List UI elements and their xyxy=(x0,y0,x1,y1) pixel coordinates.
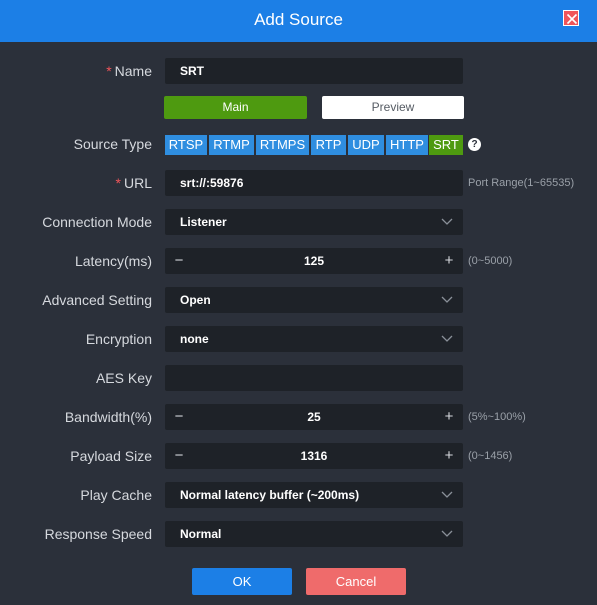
chevron-down-icon xyxy=(441,530,453,537)
latency-input[interactable]: 125 xyxy=(193,248,435,274)
bandwidth-decrement-button[interactable]: − xyxy=(165,404,193,430)
source-type-http[interactable]: HTTP xyxy=(386,135,428,155)
response-speed-select[interactable]: Normal xyxy=(165,521,463,547)
response-speed-label: Response Speed xyxy=(44,526,152,542)
bandwidth-input[interactable]: 25 xyxy=(193,404,435,430)
url-value: srt://:59876 xyxy=(180,176,244,190)
name-input[interactable]: SRT xyxy=(165,58,463,84)
latency-stepper: − 125 + xyxy=(165,248,463,274)
latency-increment-button[interactable]: + xyxy=(435,248,463,274)
source-type-srt[interactable]: SRT xyxy=(429,135,463,155)
tab-preview[interactable]: Preview xyxy=(322,96,464,119)
encryption-value: none xyxy=(180,332,209,346)
add-source-dialog: Add Source * Name SRT Main Preview Source… xyxy=(0,0,597,605)
chevron-down-icon xyxy=(441,296,453,303)
latency-label: Latency(ms) xyxy=(74,253,152,269)
bandwidth-label: Bandwidth(%) xyxy=(64,409,152,425)
source-type-rtsp[interactable]: RTSP xyxy=(165,135,207,155)
bandwidth-stepper: − 25 + xyxy=(165,404,463,430)
response-speed-value: Normal xyxy=(180,527,222,541)
source-type-label: Source Type xyxy=(73,136,152,152)
aes-key-input[interactable] xyxy=(165,365,463,391)
play-cache-label: Play Cache xyxy=(80,487,152,503)
chevron-down-icon xyxy=(441,491,453,498)
latency-hint: (0~5000) xyxy=(468,255,513,267)
name-label: * Name xyxy=(106,63,152,79)
connection-mode-select[interactable]: Listener xyxy=(165,209,463,235)
play-cache-select[interactable]: Normal latency buffer (~200ms) xyxy=(165,482,463,508)
latency-decrement-button[interactable]: − xyxy=(165,248,193,274)
source-type-rtp[interactable]: RTP xyxy=(311,135,346,155)
bandwidth-hint: (5%~100%) xyxy=(468,411,526,423)
ok-button[interactable]: OK xyxy=(192,568,292,595)
encryption-label: Encryption xyxy=(85,331,152,347)
advanced-setting-select[interactable]: Open xyxy=(165,287,463,313)
bandwidth-increment-button[interactable]: + xyxy=(435,404,463,430)
chevron-down-icon xyxy=(441,218,453,225)
connection-mode-label: Connection Mode xyxy=(42,214,152,230)
url-input[interactable]: srt://:59876 xyxy=(165,170,463,196)
source-type-rtmps[interactable]: RTMPS xyxy=(256,135,309,155)
close-icon[interactable] xyxy=(563,10,579,26)
advanced-setting-label: Advanced Setting xyxy=(42,292,152,308)
dialog-titlebar: Add Source xyxy=(0,0,597,42)
advanced-setting-value: Open xyxy=(180,293,211,307)
payload-size-label: Payload Size xyxy=(70,448,152,464)
payload-size-decrement-button[interactable]: − xyxy=(165,443,193,469)
payload-size-increment-button[interactable]: + xyxy=(435,443,463,469)
payload-size-input[interactable]: 1316 xyxy=(193,443,435,469)
source-type-udp[interactable]: UDP xyxy=(348,135,384,155)
source-type-rtmp[interactable]: RTMP xyxy=(209,135,254,155)
chevron-down-icon xyxy=(441,335,453,342)
url-label: * URL xyxy=(115,175,152,191)
url-hint: Port Range(1~65535) xyxy=(468,177,575,189)
aes-key-label: AES Key xyxy=(95,370,152,386)
tab-main[interactable]: Main xyxy=(164,96,307,119)
cancel-button[interactable]: Cancel xyxy=(306,568,406,595)
payload-size-hint: (0~1456) xyxy=(468,450,513,462)
help-icon[interactable]: ? xyxy=(468,138,481,151)
encryption-select[interactable]: none xyxy=(165,326,463,352)
play-cache-value: Normal latency buffer (~200ms) xyxy=(180,488,360,502)
dialog-title: Add Source xyxy=(254,10,343,29)
name-value: SRT xyxy=(180,64,204,78)
payload-size-stepper: − 1316 + xyxy=(165,443,463,469)
connection-mode-value: Listener xyxy=(180,215,227,229)
